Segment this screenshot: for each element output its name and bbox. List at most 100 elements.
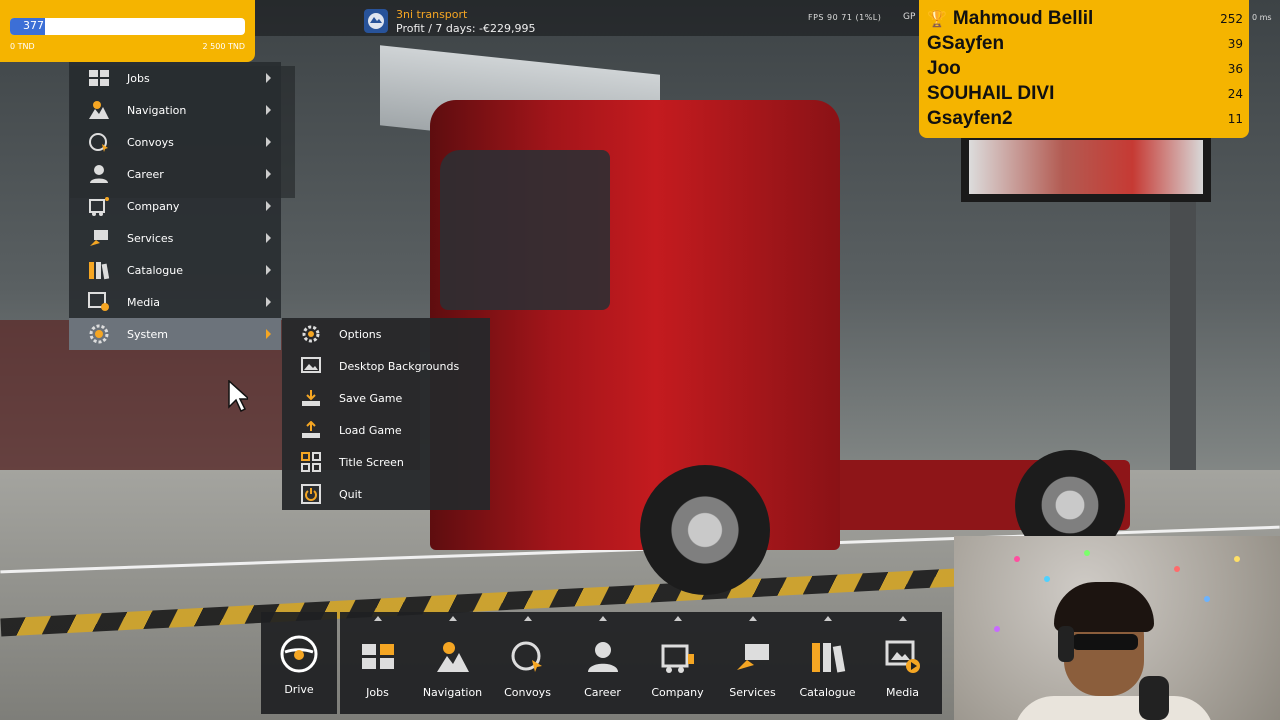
main-menu: Jobs Navigation Convoys Career Company S — [69, 62, 281, 350]
media-icon — [883, 637, 923, 677]
donation-goal: 377 0 TND 2 500 TND — [0, 0, 255, 62]
leaderboard-name: GSayfen — [927, 32, 1005, 54]
company-logo-icon — [364, 9, 388, 33]
bar-label: Career — [584, 686, 621, 699]
truck-thumbnail — [969, 140, 1203, 194]
catalogue-icon — [808, 637, 848, 677]
system-icon — [86, 323, 112, 345]
submenu-item-save-game[interactable]: Save Game — [282, 382, 490, 414]
convoys-icon — [86, 131, 112, 153]
leaderboard-score: 36 — [1227, 61, 1243, 76]
menu-item-catalogue[interactable]: Catalogue — [69, 254, 281, 286]
bar-label: Convoys — [504, 686, 551, 699]
leaderboard-score: 252 — [1220, 11, 1243, 26]
chevron-right-icon — [266, 73, 271, 83]
bar-label: Catalogue — [799, 686, 856, 699]
submenu-item-desktop-backgrounds[interactable]: Desktop Backgrounds — [282, 350, 490, 382]
caret-up-icon — [898, 616, 907, 621]
leaderboard-row: GSayfen 39 — [927, 31, 1243, 56]
bar-item-services[interactable]: Services — [715, 612, 790, 714]
catalogue-icon — [86, 259, 112, 281]
menu-label: Company — [127, 199, 180, 213]
menu-label: Navigation — [127, 103, 187, 117]
navigation-icon — [86, 99, 112, 121]
bottom-menu-bar: Jobs Navigation Convoys Career Company S — [340, 612, 942, 714]
bar-item-convoys[interactable]: Convoys — [490, 612, 565, 714]
submenu-label: Save Game — [339, 391, 403, 405]
caret-up-icon — [448, 616, 457, 621]
drive-button[interactable]: Drive — [261, 612, 337, 714]
company-profit: Profit / 7 days: -€229,995 — [396, 22, 536, 35]
menu-item-jobs[interactable]: Jobs — [69, 62, 281, 94]
menu-label: Catalogue — [127, 263, 183, 277]
menu-item-system[interactable]: System — [69, 318, 281, 350]
services-icon — [733, 637, 773, 677]
company-name: 3ni transport — [396, 8, 468, 21]
menu-item-convoys[interactable]: Convoys — [69, 126, 281, 158]
leaderboard-name: Mahmoud Bellil — [952, 7, 1094, 29]
leaderboard-row: 🏆 Mahmoud Bellil 252 — [927, 6, 1243, 31]
fps-counter: FPS 90 71 (1%L) — [808, 13, 882, 22]
navigation-icon — [433, 637, 473, 677]
goal-max-value: 2 500 TND — [202, 42, 245, 51]
bar-label: Company — [651, 686, 704, 699]
steering-wheel-icon — [280, 635, 318, 673]
leaderboard-name: Joo — [927, 57, 961, 79]
chevron-right-icon — [266, 329, 271, 339]
menu-label: Jobs — [127, 71, 150, 85]
menu-item-navigation[interactable]: Navigation — [69, 94, 281, 126]
system-submenu: Options Desktop Backgrounds Save Game Lo… — [282, 318, 490, 510]
menu-label: System — [127, 327, 169, 341]
desktop-backgrounds-icon — [300, 356, 322, 376]
leaderboard-row: Gsayfen2 11 — [927, 106, 1243, 131]
bar-item-company[interactable]: Company — [640, 612, 715, 714]
chevron-right-icon — [266, 233, 271, 243]
submenu-label: Quit — [339, 487, 362, 501]
bar-item-catalogue[interactable]: Catalogue — [790, 612, 865, 714]
microphone-icon — [1139, 676, 1169, 720]
bar-label: Services — [729, 686, 776, 699]
submenu-item-load-game[interactable]: Load Game — [282, 414, 490, 446]
bar-label: Navigation — [422, 686, 483, 699]
menu-label: Career — [127, 167, 164, 181]
caret-up-icon — [598, 616, 607, 621]
leaderboard-row: SOUHAIL DIVI 24 — [927, 81, 1243, 106]
leaderboard-name: Gsayfen2 — [927, 107, 1013, 129]
submenu-item-title-screen[interactable]: Title Screen — [282, 446, 490, 478]
bar-label: Jobs — [366, 686, 389, 699]
leaderboard-row: Joo 36 — [927, 56, 1243, 81]
leaderboard-score: 11 — [1227, 111, 1243, 126]
caret-up-icon — [523, 616, 532, 621]
menu-item-media[interactable]: Media — [69, 286, 281, 318]
truck-front-wheel — [640, 465, 770, 595]
chevron-right-icon — [266, 265, 271, 275]
bar-item-navigation[interactable]: Navigation — [415, 612, 490, 714]
submenu-label: Options — [339, 327, 382, 341]
submenu-label: Desktop Backgrounds — [339, 359, 460, 373]
chevron-right-icon — [266, 137, 271, 147]
goal-current-value: 377 — [23, 19, 44, 32]
bar-item-media[interactable]: Media — [865, 612, 940, 714]
submenu-item-options[interactable]: Options — [282, 318, 490, 350]
submenu-label: Load Game — [339, 423, 402, 437]
caret-up-icon — [823, 616, 832, 621]
career-icon — [583, 637, 623, 677]
menu-item-career[interactable]: Career — [69, 158, 281, 190]
chevron-right-icon — [266, 201, 271, 211]
submenu-item-quit[interactable]: Quit — [282, 478, 490, 510]
title-screen-icon — [300, 452, 322, 472]
caret-up-icon — [373, 616, 382, 621]
jobs-icon — [358, 637, 398, 677]
menu-item-company[interactable]: Company — [69, 190, 281, 222]
drive-label: Drive — [284, 683, 314, 696]
leaderboard-score: 39 — [1227, 36, 1243, 51]
convoys-icon — [508, 637, 548, 677]
options-icon — [300, 324, 322, 344]
bar-item-jobs[interactable]: Jobs — [340, 612, 415, 714]
menu-item-services[interactable]: Services — [69, 222, 281, 254]
leaderboard: 🏆 Mahmoud Bellil 252 GSayfen 39 Joo 36 S… — [919, 0, 1249, 138]
menu-label: Media — [127, 295, 161, 309]
bar-item-career[interactable]: Career — [565, 612, 640, 714]
webcam-overlay — [954, 536, 1280, 720]
menu-label: Services — [127, 231, 174, 245]
